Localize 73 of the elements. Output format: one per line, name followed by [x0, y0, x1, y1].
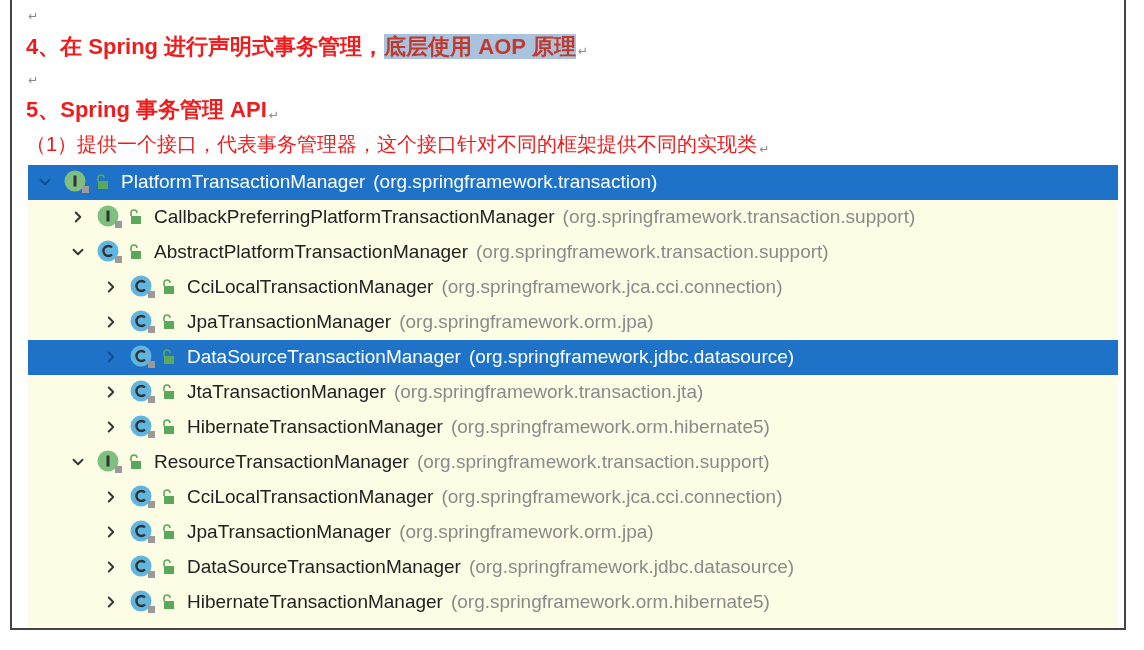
- package-name: (org.springframework.transaction.support): [416, 451, 770, 474]
- paragraph-mark: ↵: [268, 107, 279, 124]
- interface-icon: [97, 205, 123, 230]
- package-name: (org.springframework.jdbc.datasource): [468, 346, 795, 369]
- package-name: (org.springframework.orm.jpa): [399, 311, 654, 334]
- package-name: (org.springframework.orm.hibernate5): [450, 591, 770, 614]
- class-name: JtaTransactionManager: [187, 381, 386, 404]
- class-name: CciLocalTransactionManager: [187, 276, 434, 299]
- tree-row[interactable]: DataSourceTransactionManager (org.springframework.jdbc.datasource): [28, 550, 1118, 585]
- lock-icon: [95, 174, 109, 191]
- class-icon: [130, 415, 156, 440]
- tree-row[interactable]: CciLocalTransactionManager (org.springframework.jca.cci.connection): [28, 480, 1118, 515]
- tree-row[interactable]: JpaTransactionManager (org.springframework.orm.jpa): [28, 305, 1118, 340]
- class-icon: [130, 345, 156, 370]
- class-name: DataSourceTransactionManager: [187, 556, 461, 579]
- lock-icon: [161, 384, 175, 401]
- class-name: AbstractPlatformTransactionManager: [154, 241, 468, 264]
- lock-icon: [161, 559, 175, 576]
- class-name: ResourceTransactionManager: [154, 451, 409, 474]
- package-name: (org.springframework.jca.cci.connection): [441, 486, 783, 509]
- package-name: (org.springframework.transaction.support): [476, 241, 829, 264]
- class-name: PlatformTransactionManager: [121, 171, 366, 194]
- paragraph-mark: ↵: [577, 43, 588, 60]
- package-name: (org.springframework.transaction.support): [562, 206, 916, 229]
- class-icon: [130, 380, 156, 405]
- lock-icon: [161, 489, 175, 506]
- class-name: CciLocalTransactionManager: [187, 486, 434, 509]
- package-name: (org.springframework.transaction.jta): [393, 381, 704, 404]
- lock-icon: [161, 419, 175, 436]
- paragraph-mark: ↵: [28, 73, 39, 90]
- tree-row[interactable]: PlatformTransactionManager (org.springframework.transaction): [28, 165, 1118, 200]
- class-name: HibernateTransactionManager: [187, 416, 443, 439]
- interface-icon: [97, 450, 123, 475]
- tree-row[interactable]: DataSourceTransactionManager (org.springframework.jdbc.datasource): [28, 340, 1118, 375]
- lock-icon: [128, 209, 142, 226]
- heading-text: 5、Spring 事务管理 API: [26, 96, 267, 125]
- class-icon: [130, 590, 156, 615]
- class-icon: [130, 310, 156, 335]
- paragraph-mark: ↵: [28, 9, 39, 26]
- class-name: DataSourceTransactionManager: [187, 346, 461, 369]
- class-icon: [130, 485, 156, 510]
- lock-icon: [161, 279, 175, 296]
- class-name: JpaTransactionManager: [187, 521, 392, 544]
- package-name: (org.springframework.jdbc.datasource): [468, 556, 795, 579]
- class-icon: [130, 520, 156, 545]
- package-name: (org.springframework.orm.jpa): [399, 521, 654, 544]
- tree-row[interactable]: JtaTransactionManager (org.springframework.transaction.jta): [28, 375, 1118, 410]
- class-icon: [130, 555, 156, 580]
- heading-text: 4、在 Spring 进行声明式事务管理，底层使用 AOP 原理: [26, 32, 576, 61]
- tree-row[interactable]: JpaTransactionManager (org.springframework.orm.jpa): [28, 515, 1118, 550]
- paragraph-mark: ↵: [759, 142, 770, 158]
- class-name: JpaTransactionManager: [187, 311, 392, 334]
- tree-row[interactable]: CciLocalTransactionManager (org.springframework.jca.cci.connection): [28, 270, 1118, 305]
- package-name: (org.springframework.jca.cci.connection): [441, 276, 783, 299]
- class-name: HibernateTransactionManager: [187, 591, 443, 614]
- interface-icon: [64, 170, 90, 195]
- lock-icon: [128, 244, 142, 261]
- lock-icon: [161, 349, 175, 366]
- lock-icon: [161, 594, 175, 611]
- tree-row[interactable]: CallbackPreferringPlatformTransactionManager (org.springframework.transaction.support): [28, 200, 1118, 235]
- package-name: (org.springframework.transaction): [373, 171, 658, 194]
- paragraph-text: （1）提供一个接口，代表事务管理器，这个接口针对不同的框架提供不同的实现类: [26, 132, 758, 158]
- class-name: CallbackPreferringPlatformTransactionManager: [154, 206, 555, 229]
- package-name: (org.springframework.orm.hibernate5): [450, 416, 770, 439]
- class-icon: [130, 275, 156, 300]
- class-icon: [97, 240, 123, 265]
- tree-row[interactable]: AbstractPlatformTransactionManager (org.springframework.transaction.support): [28, 235, 1118, 270]
- tree-row[interactable]: HibernateTransactionManager (org.springframework.orm.hibernate5): [28, 585, 1118, 620]
- tree-row[interactable]: ResourceTransactionManager (org.springframework.transaction.support): [28, 445, 1118, 480]
- lock-icon: [161, 524, 175, 541]
- lock-icon: [161, 314, 175, 331]
- lock-icon: [128, 454, 142, 471]
- tree-row[interactable]: HibernateTransactionManager (org.springframework.orm.hibernate5): [28, 410, 1118, 445]
